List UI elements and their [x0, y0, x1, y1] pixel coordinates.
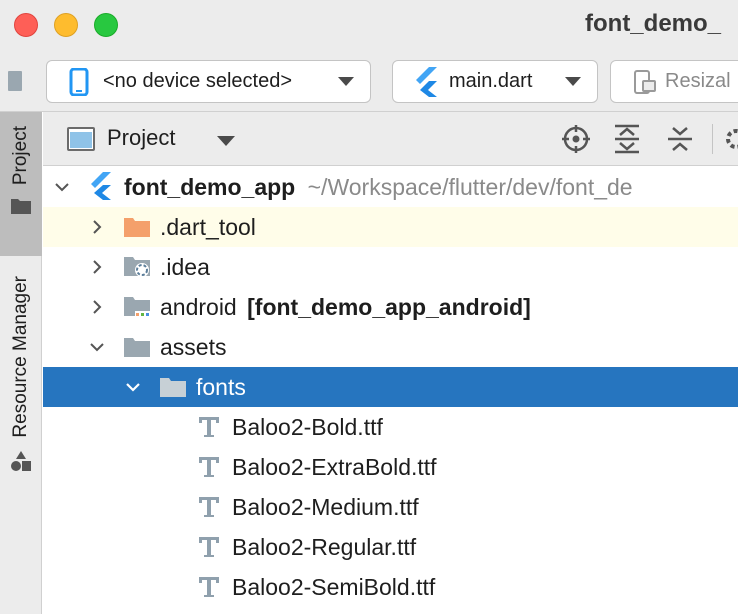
tree-item-label: Baloo2-SemiBold.ttf — [232, 574, 436, 600]
file-icon[interactable] — [8, 71, 22, 91]
chevron-down-icon[interactable] — [217, 136, 235, 146]
tree-root-label: font_demo_app ~/Workspace/flutter/dev/fo… — [124, 174, 633, 201]
font-file-icon — [199, 537, 219, 557]
flutter-icon — [416, 66, 437, 97]
tree-item-assets[interactable]: assets — [43, 327, 738, 367]
font-file-icon — [199, 577, 219, 597]
module-folder-icon — [124, 297, 152, 318]
project-panel-header: Project — [43, 112, 738, 166]
folder-icon — [160, 378, 186, 397]
folder-icon — [124, 338, 150, 357]
font-file-icon — [199, 457, 219, 477]
window-minimize-button[interactable] — [54, 13, 78, 37]
run-configuration-label: main.dart — [449, 70, 533, 92]
tree-root-row[interactable]: font_demo_app ~/Workspace/flutter/dev/fo… — [43, 167, 738, 207]
resource-manager-tab-label: Resource Manager — [10, 276, 31, 438]
window-close-button[interactable] — [14, 13, 38, 37]
folder-icon — [11, 199, 31, 215]
tree-item-label: Baloo2-Medium.ttf — [232, 494, 419, 520]
tree-item-label: Baloo2-Bold.ttf — [232, 414, 383, 440]
chevron-right-icon[interactable] — [90, 220, 104, 234]
resizable-device-icon — [634, 69, 656, 94]
collapse-all-icon[interactable] — [667, 124, 693, 154]
flutter-icon — [91, 172, 111, 200]
locate-file-icon[interactable] — [561, 124, 591, 154]
excluded-folder-icon — [124, 218, 150, 237]
tree-item-label: .idea — [160, 254, 210, 280]
idea-folder-icon — [124, 257, 150, 277]
tree-item-font-file[interactable]: Baloo2-Bold.ttf — [43, 407, 738, 447]
tree-item-idea[interactable]: .idea — [43, 247, 738, 287]
module-folder-name: android — [160, 294, 237, 320]
chevron-down-icon[interactable] — [55, 180, 69, 194]
chevron-down-icon — [565, 77, 581, 86]
tree-item-font-file[interactable]: Baloo2-Medium.ttf — [43, 487, 738, 527]
font-file-icon — [199, 497, 219, 517]
resizable-device-label: Resizal — [665, 70, 731, 92]
chevron-right-icon[interactable] — [90, 300, 104, 314]
tree-item-android[interactable]: android [font_demo_app_android] — [43, 287, 738, 327]
tool-window-stripe: Project Resource Manager — [0, 112, 42, 614]
project-view-selector[interactable]: Project — [107, 125, 175, 151]
chevron-down-icon — [338, 77, 354, 86]
resizable-device-button[interactable]: Resizal — [610, 60, 738, 103]
project-tree: font_demo_app ~/Workspace/flutter/dev/fo… — [43, 167, 738, 614]
tree-item-font-file[interactable]: Baloo2-ExtraBold.ttf — [43, 447, 738, 487]
project-name: font_demo_app — [124, 174, 296, 200]
settings-icon[interactable] — [721, 124, 738, 154]
font-file-icon — [199, 417, 219, 437]
resource-manager-tool-window-tab[interactable]: Resource Manager — [0, 262, 42, 524]
shapes-icon — [11, 450, 31, 471]
tree-item-font-file[interactable]: Baloo2-Regular.ttf — [43, 527, 738, 567]
module-name: [font_demo_app_android] — [247, 294, 531, 320]
tree-item-label: Baloo2-Regular.ttf — [232, 534, 417, 560]
chevron-down-icon[interactable] — [90, 340, 104, 354]
chevron-right-icon[interactable] — [90, 260, 104, 274]
phone-icon — [69, 67, 89, 96]
run-configuration-selector[interactable]: main.dart — [392, 60, 598, 103]
project-path: ~/Workspace/flutter/dev/font_de — [307, 174, 633, 200]
project-view-icon — [67, 127, 95, 151]
tree-item-label: android [font_demo_app_android] — [160, 294, 531, 321]
main-toolbar: <no device selected> main.dart Resizal — [0, 52, 738, 112]
tree-item-label: assets — [160, 334, 227, 360]
project-tab-label: Project — [10, 126, 31, 186]
tree-item-label: Baloo2-ExtraBold.ttf — [232, 454, 437, 480]
window-title-bar: font_demo_ — [0, 0, 738, 52]
window-maximize-button[interactable] — [94, 13, 118, 37]
device-selector[interactable]: <no device selected> — [46, 60, 371, 103]
toolbar-separator — [712, 124, 713, 154]
tree-item-font-file[interactable]: Baloo2-SemiBold.ttf — [43, 567, 738, 607]
device-selector-label: <no device selected> — [103, 70, 293, 92]
chevron-down-icon[interactable] — [126, 380, 140, 394]
window-title: font_demo_ — [585, 10, 722, 37]
tree-item-label: .dart_tool — [160, 214, 256, 240]
project-tool-window-tab[interactable]: Project — [0, 112, 42, 256]
tree-item-label: fonts — [196, 374, 246, 400]
tree-item-dart-tool[interactable]: .dart_tool — [43, 207, 738, 247]
expand-all-icon[interactable] — [614, 124, 640, 154]
tree-item-fonts[interactable]: fonts — [43, 367, 738, 407]
